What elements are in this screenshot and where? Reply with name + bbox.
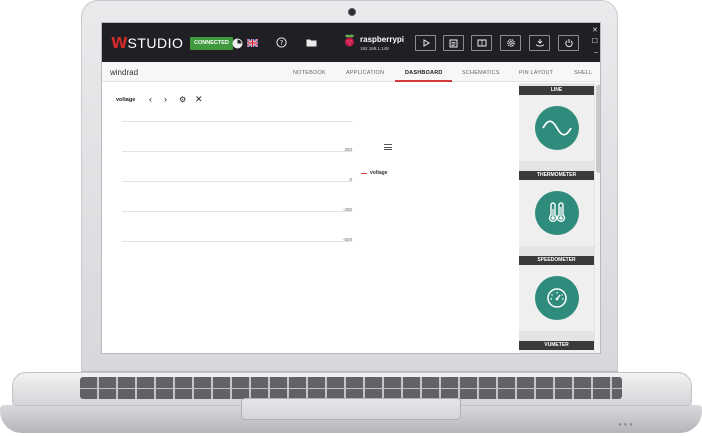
app-window: W STUDIO CONNECTED ? raspberrypi 192.168…: [101, 22, 601, 354]
chart-menu-icon[interactable]: [384, 144, 392, 150]
y-tick-label: -250: [342, 207, 352, 212]
logo-mark: W: [111, 34, 127, 52]
svg-text:?: ?: [280, 39, 284, 47]
window-close-icon[interactable]: ✕: [592, 27, 598, 34]
status-leds: ●●●: [618, 422, 635, 428]
app-topbar: W STUDIO CONNECTED ? raspberrypi 192.168…: [102, 23, 600, 62]
folder-icon[interactable]: [306, 38, 317, 47]
tab-dashboard[interactable]: DASHBOARD: [405, 70, 443, 76]
tab-notebook[interactable]: NOTEBOOK: [293, 70, 326, 76]
active-tab-indicator: [395, 80, 452, 82]
book-icon: [477, 39, 486, 47]
tab-schematics[interactable]: SCHEMATICS: [462, 70, 500, 76]
trackpad: [241, 398, 461, 420]
tab-shell[interactable]: SHELL: [574, 70, 592, 76]
raspberry-pi-icon: [344, 34, 355, 53]
y-tick-label: 250: [344, 147, 352, 152]
tab-application[interactable]: APPLICATION: [346, 70, 384, 76]
keyboard-row-divider: [80, 388, 622, 389]
sidebar-scrollbar[interactable]: [595, 83, 600, 353]
laptop-frame: ●●● W STUDIO CONNECTED ? raspberrypi 192…: [0, 0, 702, 436]
dashboard-canvas: voltage ‹ › ⚙ ✕ 250 0 -250 -500 voltage: [102, 83, 519, 353]
widget-title: SPEEDOMETER: [519, 256, 594, 265]
widget-sidebar: LINE THERMOMETER SPEEDOMETER VUMETER: [519, 83, 600, 353]
settings-icon: [506, 39, 515, 47]
widget-card-line[interactable]: LINE: [519, 86, 594, 161]
logo-text: STUDIO: [127, 35, 184, 51]
widget-title: VUMETER: [519, 341, 594, 350]
next-icon[interactable]: ›: [164, 94, 167, 104]
dashboard-element-label: voltage: [116, 97, 136, 103]
settings-button[interactable]: [500, 35, 521, 51]
speedometer-icon: [534, 276, 579, 320]
element-close-icon[interactable]: ✕: [195, 94, 203, 105]
widget-title: THERMOMETER: [519, 171, 594, 180]
scrollbar-thumb[interactable]: [596, 85, 600, 173]
thermometer-icon: [534, 191, 579, 235]
tab-pin-layout[interactable]: PIN LAYOUT: [519, 70, 553, 76]
deploy-icon: [535, 39, 544, 47]
prev-icon[interactable]: ‹: [149, 94, 152, 104]
widget-title: LINE: [519, 86, 594, 95]
device-ip: 192.168.1.148: [360, 46, 389, 51]
deploy-button[interactable]: [529, 35, 550, 51]
power-button[interactable]: [558, 35, 579, 51]
power-icon: [564, 39, 573, 48]
y-tick-label: 0: [349, 177, 352, 182]
connection-status-badge: CONNECTED: [190, 37, 233, 50]
window-maximize-icon[interactable]: ☐: [592, 38, 598, 45]
console-button[interactable]: [443, 35, 464, 51]
device-name: raspberrypi: [360, 35, 405, 44]
widget-card-speedometer[interactable]: SPEEDOMETER: [519, 256, 594, 331]
grid-line: [122, 121, 353, 122]
widget-card-vumeter[interactable]: VUMETER: [519, 341, 594, 353]
legend-swatch: [361, 173, 367, 174]
project-title: windrad: [110, 68, 139, 77]
window-minimize-icon[interactable]: –: [594, 49, 598, 56]
line-wave-icon: [534, 106, 579, 150]
play-icon: [423, 39, 430, 47]
element-settings-icon[interactable]: ⚙: [179, 95, 186, 104]
help-icon[interactable]: ?: [276, 37, 287, 48]
book-button[interactable]: [471, 35, 492, 51]
run-button[interactable]: [415, 35, 436, 51]
console-icon: [449, 39, 458, 47]
webcam: [348, 8, 356, 16]
legend-label: voltage: [370, 170, 388, 176]
flag-uk-icon[interactable]: [247, 39, 258, 47]
y-tick-label: -500: [342, 237, 352, 242]
widget-card-thermometer[interactable]: THERMOMETER: [519, 171, 594, 246]
timer-icon[interactable]: [232, 38, 243, 49]
tab-bar: windrad NOTEBOOK APPLICATION DASHBOARD S…: [102, 62, 600, 82]
app-logo: W STUDIO: [111, 34, 184, 52]
